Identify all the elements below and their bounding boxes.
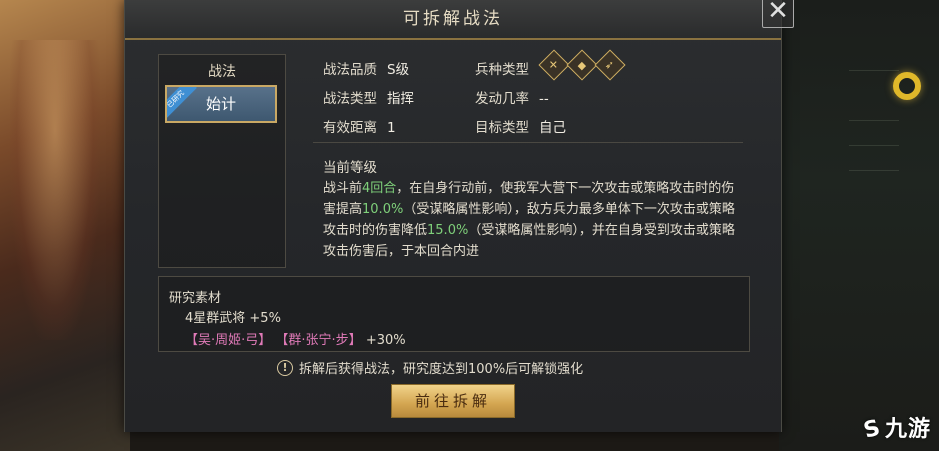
shield-icon[interactable]: ◆	[566, 49, 598, 81]
close-icon[interactable]: ✕	[762, 0, 794, 28]
dialog-title: 可拆解战法	[125, 0, 781, 40]
quality-label: 战法品质	[323, 62, 377, 78]
watermark: S九游	[861, 415, 931, 444]
material-link[interactable]: 【群·张宁·步】	[275, 333, 361, 348]
range-label: 有效距离	[323, 120, 377, 136]
researched-ribbon: 已研究	[167, 87, 197, 121]
troop-row: 兵种类型	[475, 58, 529, 78]
research-general-bonus: 4星群武将 +5%	[185, 311, 281, 326]
tactic-dialog: 可拆解战法 战法 已研究 始计 战法品质 S级 战法类型 指挥 有效距离 1 兵种类型…	[124, 0, 782, 432]
go-disassemble-button[interactable]: 前往拆解	[391, 384, 515, 418]
material-link[interactable]: 【吴·周姬·弓】	[185, 333, 271, 348]
desc-text: 战斗前	[323, 181, 363, 196]
notice-text: 拆解后获得战法，研究度达到100%后可解锁强化	[299, 362, 584, 377]
rate-value: --	[539, 91, 549, 107]
desc-highlight: 4回合	[362, 181, 397, 196]
type-value: 指挥	[387, 91, 414, 107]
range-row: 有效距离 1	[323, 116, 396, 136]
desc-highlight: 15.0%	[427, 223, 469, 238]
material-bonus: +30%	[365, 333, 406, 348]
research-materials: 【吴·周姬·弓】 【群·张宁·步】 +30%	[185, 329, 406, 348]
background-art-left	[0, 0, 130, 451]
research-panel: 研究素材 4星群武将 +5% 【吴·周姬·弓】 【群·张宁·步】 +30%	[158, 276, 750, 352]
level-title: 当前等级	[323, 160, 377, 176]
tactic-item[interactable]: 已研究 始计	[165, 85, 277, 123]
desc-highlight: 10.0%	[362, 202, 404, 217]
warning-icon: !	[277, 359, 293, 376]
tactic-list-header: 战法	[208, 64, 236, 80]
troop-label: 兵种类型	[475, 62, 529, 78]
watermark-text: 九游	[884, 417, 931, 442]
ring-icon[interactable]	[893, 72, 921, 100]
divider	[313, 142, 743, 143]
target-label: 目标类型	[475, 120, 529, 136]
target-value: 自己	[539, 120, 566, 136]
troop-icons: ✕ ◆ ➶	[538, 49, 626, 81]
quality-value: S级	[387, 62, 410, 78]
cavalry-icon[interactable]: ✕	[538, 49, 570, 81]
type-label: 战法类型	[323, 91, 377, 107]
rate-row: 发动几率 --	[475, 87, 549, 107]
rate-label: 发动几率	[475, 91, 529, 107]
tactic-description: 战斗前4回合，在自身行动前，使我军大营下一次攻击或策略攻击时的伤害提高10.0%…	[323, 178, 743, 262]
range-value: 1	[387, 120, 396, 136]
archer-icon[interactable]: ➶	[594, 49, 626, 81]
type-row: 战法类型 指挥	[323, 87, 414, 107]
notice: ! 拆解后获得战法，研究度达到100%后可解锁强化	[277, 358, 583, 377]
tactic-list-panel: 战法 已研究 始计	[158, 54, 286, 268]
quality-row: 战法品质 S级	[323, 58, 409, 78]
tactic-item-label: 始计	[205, 95, 236, 113]
background-panel-right	[779, 0, 939, 451]
research-title: 研究素材	[169, 291, 222, 306]
target-row: 目标类型 自己	[475, 116, 566, 136]
